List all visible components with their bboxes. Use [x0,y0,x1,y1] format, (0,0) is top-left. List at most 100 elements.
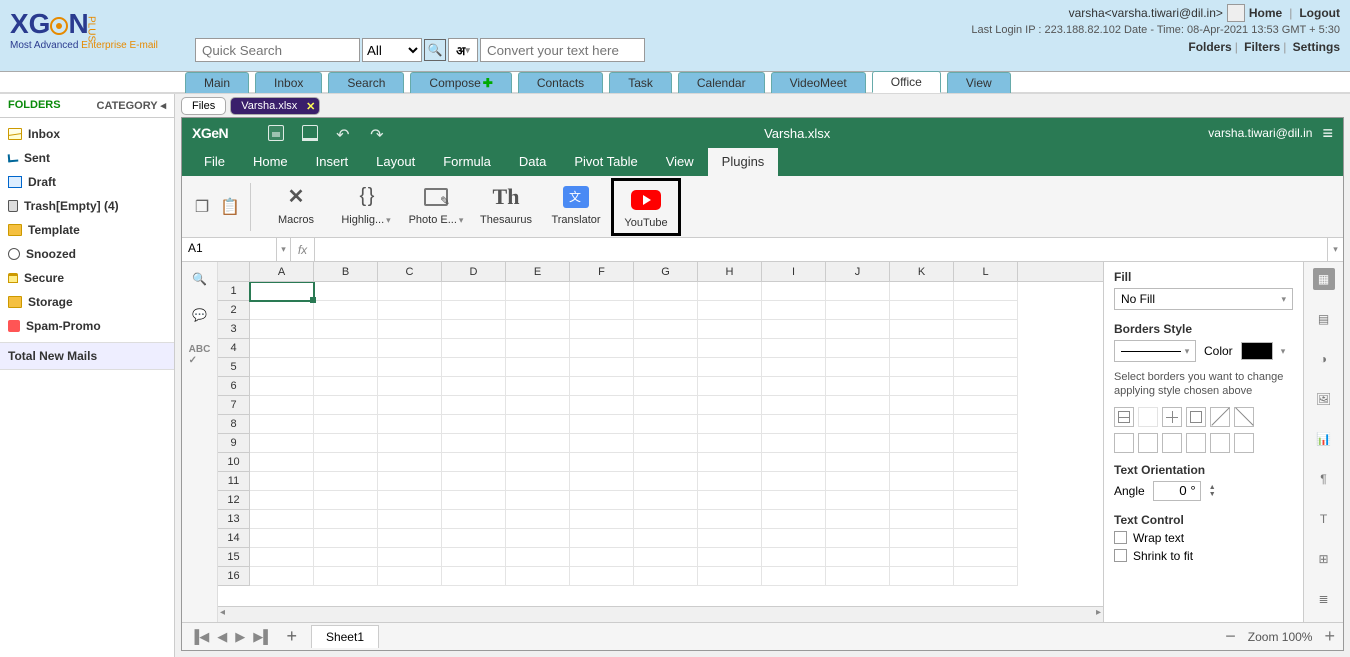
cell-H11[interactable] [698,472,762,491]
cell-B5[interactable] [314,358,378,377]
quick-search-input[interactable] [195,38,360,62]
cell-I1[interactable] [762,282,826,301]
cell-G3[interactable] [634,320,698,339]
cell-L3[interactable] [954,320,1018,339]
cell-J8[interactable] [826,415,890,434]
sidebar-header-category[interactable]: CATEGORY ◂ [87,94,174,117]
cell-K6[interactable] [890,377,954,396]
cell-L1[interactable] [954,282,1018,301]
file-tab-files[interactable]: Files [181,97,226,115]
cell-C3[interactable] [378,320,442,339]
col-header-F[interactable]: F [570,262,634,281]
row-header-16[interactable]: 16 [218,567,250,586]
cell-L5[interactable] [954,358,1018,377]
row-header-15[interactable]: 15 [218,548,250,567]
border-all[interactable] [1114,407,1134,427]
col-header-J[interactable]: J [826,262,890,281]
cell-C13[interactable] [378,510,442,529]
cell-C4[interactable] [378,339,442,358]
cell-L14[interactable] [954,529,1018,548]
cell-L16[interactable] [954,567,1018,586]
cell-settings-icon[interactable]: ▦ [1313,268,1335,290]
col-header-E[interactable]: E [506,262,570,281]
undo-icon[interactable] [336,125,352,141]
cell-G7[interactable] [634,396,698,415]
col-header-G[interactable]: G [634,262,698,281]
row-header-4[interactable]: 4 [218,339,250,358]
cell-A6[interactable] [250,377,314,396]
redo-icon[interactable] [370,125,386,141]
border-top[interactable] [1186,433,1206,453]
cell-C16[interactable] [378,567,442,586]
folder-sent[interactable]: Sent [0,146,174,170]
plugin-photo[interactable]: Photo E...▾ [401,178,471,236]
cell-A15[interactable] [250,548,314,567]
cell-A1[interactable] [250,282,314,301]
cell-C11[interactable] [378,472,442,491]
horizontal-scrollbar[interactable] [218,606,1103,622]
cell-L12[interactable] [954,491,1018,510]
menu-view[interactable]: View [652,148,708,176]
cell-F5[interactable] [570,358,634,377]
search-button[interactable]: 🔍 [424,39,446,61]
cell-D13[interactable] [442,510,506,529]
logout-link[interactable]: Logout [1299,6,1340,20]
folder-storage[interactable]: Storage [0,290,174,314]
cell-B1[interactable] [314,282,378,301]
main-tab-view[interactable]: View [947,72,1011,93]
cell-H6[interactable] [698,377,762,396]
cell-C10[interactable] [378,453,442,472]
cell-E2[interactable] [506,301,570,320]
cell-H1[interactable] [698,282,762,301]
cell-E6[interactable] [506,377,570,396]
chart-icon[interactable]: 📊 [1313,428,1335,450]
border-horiz[interactable] [1210,433,1230,453]
row-header-12[interactable]: 12 [218,491,250,510]
cell-B9[interactable] [314,434,378,453]
cell-D9[interactable] [442,434,506,453]
cell-A8[interactable] [250,415,314,434]
cell-J9[interactable] [826,434,890,453]
row-header-1[interactable]: 1 [218,282,250,301]
cell-I7[interactable] [762,396,826,415]
cell-I3[interactable] [762,320,826,339]
textart-icon[interactable]: T [1313,508,1335,530]
cell-H9[interactable] [698,434,762,453]
zoom-level[interactable]: Zoom 100% [1248,630,1313,644]
cell-E7[interactable] [506,396,570,415]
cell-G4[interactable] [634,339,698,358]
cell-I10[interactable] [762,453,826,472]
file-tab-active[interactable]: Varsha.xlsx ✕ [230,97,320,115]
cell-K15[interactable] [890,548,954,567]
cell-J4[interactable] [826,339,890,358]
row-header-2[interactable]: 2 [218,301,250,320]
cell-G14[interactable] [634,529,698,548]
zoom-out-button[interactable]: − [1225,626,1236,647]
cell-J11[interactable] [826,472,890,491]
cell-B13[interactable] [314,510,378,529]
cell-J6[interactable] [826,377,890,396]
border-none[interactable] [1138,407,1158,427]
main-tab-task[interactable]: Task [609,72,672,93]
find-icon[interactable]: 🔍 [192,272,207,286]
cell-K11[interactable] [890,472,954,491]
cell-C8[interactable] [378,415,442,434]
cell-K2[interactable] [890,301,954,320]
cell-I6[interactable] [762,377,826,396]
cell-E16[interactable] [506,567,570,586]
cell-F12[interactable] [570,491,634,510]
col-header-C[interactable]: C [378,262,442,281]
row-header-8[interactable]: 8 [218,415,250,434]
main-tab-inbox[interactable]: Inbox [255,72,322,93]
border-right[interactable] [1162,433,1182,453]
cell-G9[interactable] [634,434,698,453]
row-header-14[interactable]: 14 [218,529,250,548]
row-header-6[interactable]: 6 [218,377,250,396]
row-header-9[interactable]: 9 [218,434,250,453]
cell-F13[interactable] [570,510,634,529]
fx-label[interactable]: fx [291,238,315,261]
cell-I4[interactable] [762,339,826,358]
cell-A10[interactable] [250,453,314,472]
cell-I8[interactable] [762,415,826,434]
menu-pivot-table[interactable]: Pivot Table [560,148,651,176]
